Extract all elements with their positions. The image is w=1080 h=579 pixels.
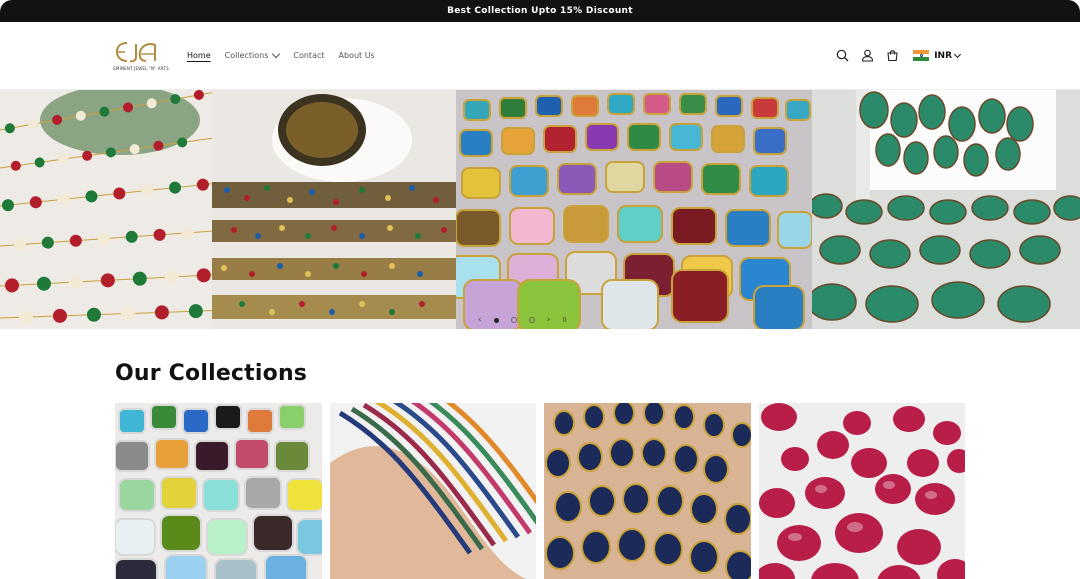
browser-viewport: Best Collection Upto 15% Discount EMINEN…	[0, 0, 1080, 579]
hero-image-gemstone-connectors	[456, 90, 812, 329]
announcement-bar: Best Collection Upto 15% Discount	[0, 0, 1080, 22]
collection-card-beads[interactable]	[329, 403, 536, 579]
nav-about-label: About Us	[338, 51, 375, 60]
collections-section: Our Collections	[0, 361, 1080, 579]
nav-home[interactable]: Home	[187, 51, 211, 60]
slide-dot-2[interactable]	[510, 317, 517, 323]
slide-dot-1[interactable]	[493, 317, 499, 323]
slideshow-next-button[interactable]: ›	[547, 315, 551, 325]
site-header: EMINENT JEWEL "N" ARTS Home Collections …	[0, 22, 1080, 90]
collection-card-bezel-chain[interactable]	[544, 403, 751, 579]
account-icon	[862, 49, 874, 62]
hero-slideshow: ‹ › II	[0, 90, 1080, 329]
cart-icon	[887, 50, 898, 62]
logo-monogram	[115, 42, 156, 63]
currency-selector[interactable]: INR	[913, 50, 962, 62]
hero-image-turquoise-chains	[812, 90, 1080, 329]
chevron-down-icon	[272, 49, 281, 59]
slideshow-controls: ‹ › II	[478, 314, 566, 326]
nav-collections-label: Collections	[224, 51, 269, 60]
search-button[interactable]	[830, 43, 855, 68]
collections-grid	[115, 403, 965, 579]
cart-button[interactable]	[880, 43, 905, 68]
collection-card-cabochons[interactable]	[758, 403, 965, 579]
search-icon	[836, 49, 849, 62]
hero-image-bead-chains	[0, 90, 212, 329]
pause-icon[interactable]: II	[562, 316, 566, 324]
header-icons: INR	[830, 43, 962, 68]
slideshow-prev-button[interactable]: ‹	[478, 315, 482, 325]
collection-card-connectors[interactable]	[115, 403, 322, 579]
chevron-down-icon	[953, 50, 962, 58]
announcement-text: Best Collection Upto 15% Discount	[447, 6, 633, 16]
main-nav: Home Collections Contact About Us	[187, 49, 389, 60]
nav-contact[interactable]: Contact	[293, 51, 324, 60]
currency-code: INR	[934, 50, 952, 61]
account-button[interactable]	[855, 43, 880, 68]
nav-collections[interactable]: Collections	[224, 49, 281, 60]
hero-image-cluster-chains	[212, 90, 456, 329]
india-flag-icon	[913, 50, 930, 62]
logo-tagline: EMINENT JEWEL "N" ARTS	[113, 66, 169, 71]
nav-about[interactable]: About Us	[339, 51, 375, 60]
store-logo[interactable]: EMINENT JEWEL "N" ARTS	[113, 36, 169, 76]
section-title: Our Collections	[115, 361, 308, 386]
nav-contact-label: Contact	[293, 51, 325, 60]
slide-dot-3[interactable]	[528, 317, 535, 323]
nav-home-label: Home	[187, 51, 211, 60]
